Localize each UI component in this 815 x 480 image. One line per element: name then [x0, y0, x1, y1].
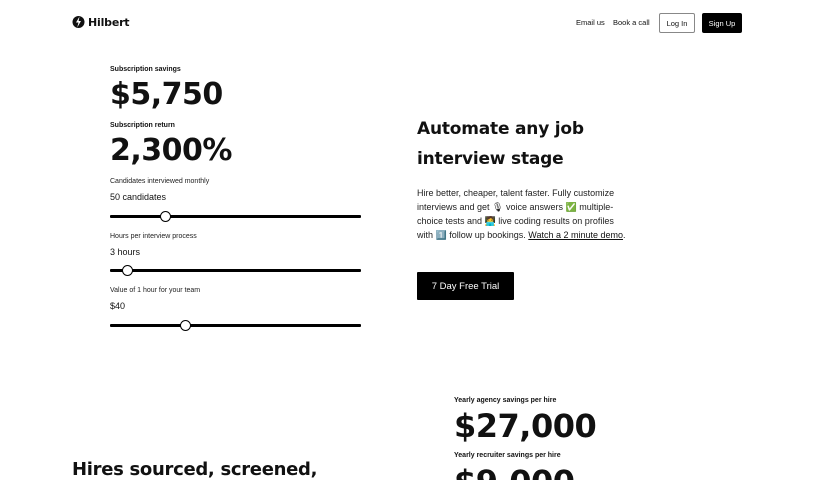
hours-slider-track[interactable] — [110, 265, 361, 276]
hero-section: Automate any job interview stage Hire be… — [417, 114, 637, 300]
coder-icon: 🧑‍💻 — [484, 216, 496, 226]
hilbert-logo-icon — [72, 16, 85, 28]
subscription-savings-label: Subscription savings — [110, 66, 181, 73]
recruiter-savings-label: Yearly recruiter savings per hire — [454, 452, 561, 459]
subscription-return-value: 2,300% — [110, 133, 232, 168]
top-nav: Hilbert Email us Book a call Log In Sign… — [0, 0, 815, 46]
hero-text-2: voice answers — [503, 202, 566, 212]
email-us-link[interactable]: Email us — [576, 18, 605, 27]
watch-demo-link[interactable]: Watch a 2 minute demo — [528, 230, 623, 240]
book-call-link[interactable]: Book a call — [613, 18, 650, 27]
candidates-slider-label: Candidates interviewed monthly — [110, 178, 210, 185]
free-trial-button[interactable]: 7 Day Free Trial — [417, 272, 514, 300]
signup-button[interactable]: Sign Up — [702, 13, 742, 33]
brand-name: Hilbert — [88, 15, 130, 29]
recruiter-savings-value: $9,000 — [454, 466, 575, 480]
hero-title-line-1: Automate any job — [417, 119, 584, 139]
hero-text-end: . — [623, 230, 626, 240]
hour-value-slider-label: Value of 1 hour for your team — [110, 287, 201, 294]
candidates-slider-thumb[interactable] — [159, 211, 171, 222]
hours-slider-value: 3 hours — [110, 247, 141, 257]
hour-value-slider-value: $40 — [110, 301, 126, 311]
subscription-return-label: Subscription return — [110, 122, 175, 129]
brand-logo[interactable]: Hilbert — [72, 15, 130, 29]
microphone-icon: 🎙 — [492, 202, 504, 212]
lower-section-title: Hires sourced, screened, — [72, 459, 318, 480]
hero-title: Automate any job interview stage — [417, 114, 637, 174]
candidates-slider-track[interactable] — [110, 211, 361, 222]
hours-slider-label: Hours per interview process — [110, 233, 197, 240]
hours-slider-thumb[interactable] — [122, 265, 134, 276]
hour-value-slider-track[interactable] — [110, 320, 361, 331]
login-button[interactable]: Log In — [659, 13, 695, 33]
subscription-savings-value: $5,750 — [110, 77, 223, 112]
number-one-icon: 1️⃣ — [435, 230, 447, 240]
checkmark-icon: ✅ — [565, 202, 577, 212]
hour-value-slider-thumb[interactable] — [179, 320, 191, 331]
hero-text-5: follow up bookings. — [446, 230, 529, 240]
hero-title-line-2: interview stage — [417, 149, 564, 169]
agency-savings-value: $27,000 — [454, 407, 597, 445]
hero-description: Hire better, cheaper, talent faster. Ful… — [417, 186, 629, 242]
agency-savings-label: Yearly agency savings per hire — [454, 397, 557, 404]
candidates-slider-value: 50 candidates — [110, 192, 167, 202]
